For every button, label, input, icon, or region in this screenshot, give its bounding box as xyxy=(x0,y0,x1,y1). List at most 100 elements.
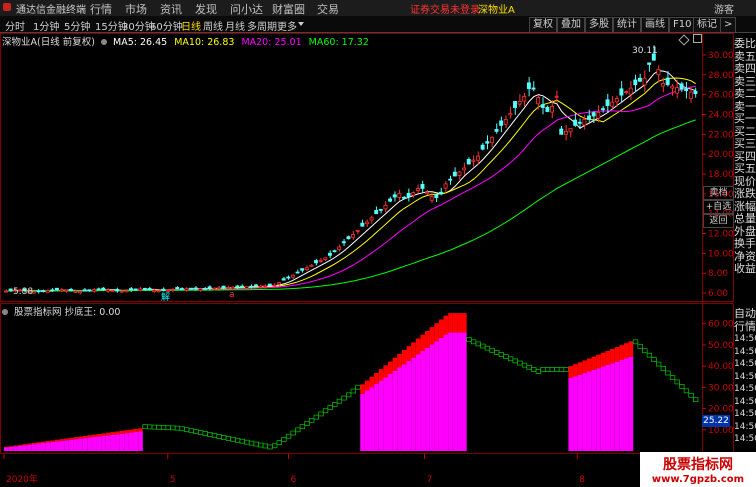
menu-item-trade[interactable]: 交易 xyxy=(317,1,339,17)
candle-body xyxy=(277,282,281,285)
indicator-bar xyxy=(411,357,416,451)
tab-intraday[interactable]: 分时 xyxy=(5,18,25,33)
indicator-step xyxy=(669,375,676,380)
draw-line-button[interactable]: 画线 xyxy=(641,17,669,33)
login-status[interactable]: 证券交易未登录 xyxy=(410,1,480,16)
candle-body xyxy=(559,128,564,135)
indicator-step xyxy=(544,367,551,372)
sell-level-button[interactable]: 卖档 xyxy=(703,186,734,200)
tab-more[interactable]: 更多 xyxy=(277,18,297,33)
x-tick-label-0: 2020年 xyxy=(6,473,38,485)
tick-row-4[interactable]: 14:50 xyxy=(734,358,756,371)
tab-60min[interactable]: 60分钟 xyxy=(150,18,183,33)
tick-row-3[interactable]: 14:50 xyxy=(734,346,756,359)
candle-body xyxy=(457,171,462,176)
indicator-step xyxy=(309,417,315,423)
multi-stock-button[interactable]: 多股 xyxy=(585,17,613,33)
candle-body xyxy=(485,141,490,144)
candle-body xyxy=(587,115,591,120)
quote-row-12[interactable]: 涨跌 xyxy=(734,187,756,201)
candle-body xyxy=(101,287,106,290)
add-watchlist-button[interactable]: +自选 xyxy=(703,200,734,214)
tick-row-5[interactable]: 14:50 xyxy=(734,371,756,384)
tick-row-2[interactable]: 14:50 xyxy=(734,333,756,346)
indicator-bar xyxy=(17,445,23,451)
menu-item-discover[interactable]: 发现 xyxy=(195,1,217,17)
menu-item-news[interactable]: 资讯 xyxy=(160,1,182,17)
indicator-step xyxy=(660,366,666,371)
quote-row-0[interactable]: 委比 xyxy=(734,38,756,51)
candle-body xyxy=(679,83,684,90)
indicator-step xyxy=(147,424,153,430)
candle-body xyxy=(124,290,129,293)
tab-1min[interactable]: 1分钟 xyxy=(33,18,59,33)
candle-body xyxy=(684,88,689,92)
indicator-cap xyxy=(614,347,620,362)
candle-body xyxy=(656,68,661,76)
indicator-cap xyxy=(415,338,421,355)
close-panel-icon[interactable] xyxy=(693,34,702,43)
tick-row-8[interactable]: 14:50 xyxy=(734,408,756,421)
indicator-bar xyxy=(128,432,134,451)
tab-weekly[interactable]: 周线 xyxy=(203,18,223,33)
tab-multi-period[interactable]: 多周期 xyxy=(247,18,277,33)
candle-body xyxy=(115,289,120,292)
quote-row-18[interactable]: 收益 xyxy=(734,262,756,276)
quote-row-14[interactable]: 总量 xyxy=(734,212,756,226)
quote-row-8[interactable]: 买三 xyxy=(734,137,756,151)
quote-row-6[interactable]: 买一 xyxy=(734,112,756,126)
candle-body xyxy=(661,83,666,87)
guest-user[interactable]: 游客 xyxy=(714,1,734,16)
indicator-cap xyxy=(138,428,143,432)
chevron-down-icon[interactable] xyxy=(298,22,304,26)
tick-row-9[interactable]: 14:50 xyxy=(734,421,756,434)
tick-row-6[interactable]: 14:50 xyxy=(734,383,756,396)
mark-button[interactable]: 标记 xyxy=(693,17,721,33)
candle-body xyxy=(240,285,244,288)
watermark-url: www.7gpzb.com xyxy=(651,474,745,485)
menu-item-market[interactable]: 市场 xyxy=(125,1,147,17)
candle-body xyxy=(263,285,268,288)
statistics-button[interactable]: 统计 xyxy=(613,17,641,33)
menu-item-ask-xiaoda[interactable]: 问小达 xyxy=(230,1,263,17)
indicator-step xyxy=(688,392,694,398)
chart-canvas[interactable]: 30.0028.0026.0024.0022.0020.0018.0016.00… xyxy=(0,33,734,487)
price-tick-label-9: 12.00 xyxy=(708,230,734,240)
indicator-cap xyxy=(619,345,624,360)
candle-body xyxy=(452,171,457,177)
indicator-step xyxy=(507,356,514,362)
adjust-button[interactable]: 复权 xyxy=(529,17,557,33)
f10-button[interactable]: F10 xyxy=(669,17,696,33)
quote-row-10[interactable]: 买五 xyxy=(734,162,756,176)
candle-body xyxy=(138,288,143,291)
candle-body xyxy=(360,222,365,227)
candle-body xyxy=(614,98,619,103)
quote-row-4[interactable]: 卖二 xyxy=(734,87,756,101)
indicator-step xyxy=(322,408,329,414)
tick-row-1[interactable]: 行情 xyxy=(734,320,756,334)
candle-body xyxy=(397,193,402,198)
overlay-button[interactable]: 叠加 xyxy=(557,17,585,33)
candle-body xyxy=(184,288,189,291)
indicator-step xyxy=(470,339,477,345)
tab-daily[interactable]: 日线 xyxy=(181,18,201,33)
indicator-bar xyxy=(96,436,102,451)
tab-5min[interactable]: 5分钟 xyxy=(64,18,90,33)
expand-button[interactable]: > xyxy=(720,17,737,33)
indicator-bar xyxy=(462,332,467,451)
tick-row-0[interactable]: 自动 xyxy=(734,308,756,321)
tick-row-7[interactable]: 14:50 xyxy=(734,396,756,409)
indicator-step xyxy=(327,405,333,410)
quote-row-2[interactable]: 卖四 xyxy=(734,62,756,76)
candle-body xyxy=(554,95,559,98)
back-button[interactable]: 返回 xyxy=(703,214,734,228)
menu-item-wealth-circle[interactable]: 财富圈 xyxy=(272,1,305,17)
quote-row-16[interactable]: 换手 xyxy=(734,237,756,251)
tick-row-10[interactable]: 14:50 xyxy=(734,433,756,446)
indicator-step xyxy=(549,367,555,372)
indicator-bar xyxy=(50,441,55,451)
tab-monthly[interactable]: 月线 xyxy=(225,18,245,33)
candle-body xyxy=(443,183,448,189)
current-stock[interactable]: 深物业A xyxy=(478,1,515,16)
menu-item-market-quotes[interactable]: 行情 xyxy=(90,1,112,17)
